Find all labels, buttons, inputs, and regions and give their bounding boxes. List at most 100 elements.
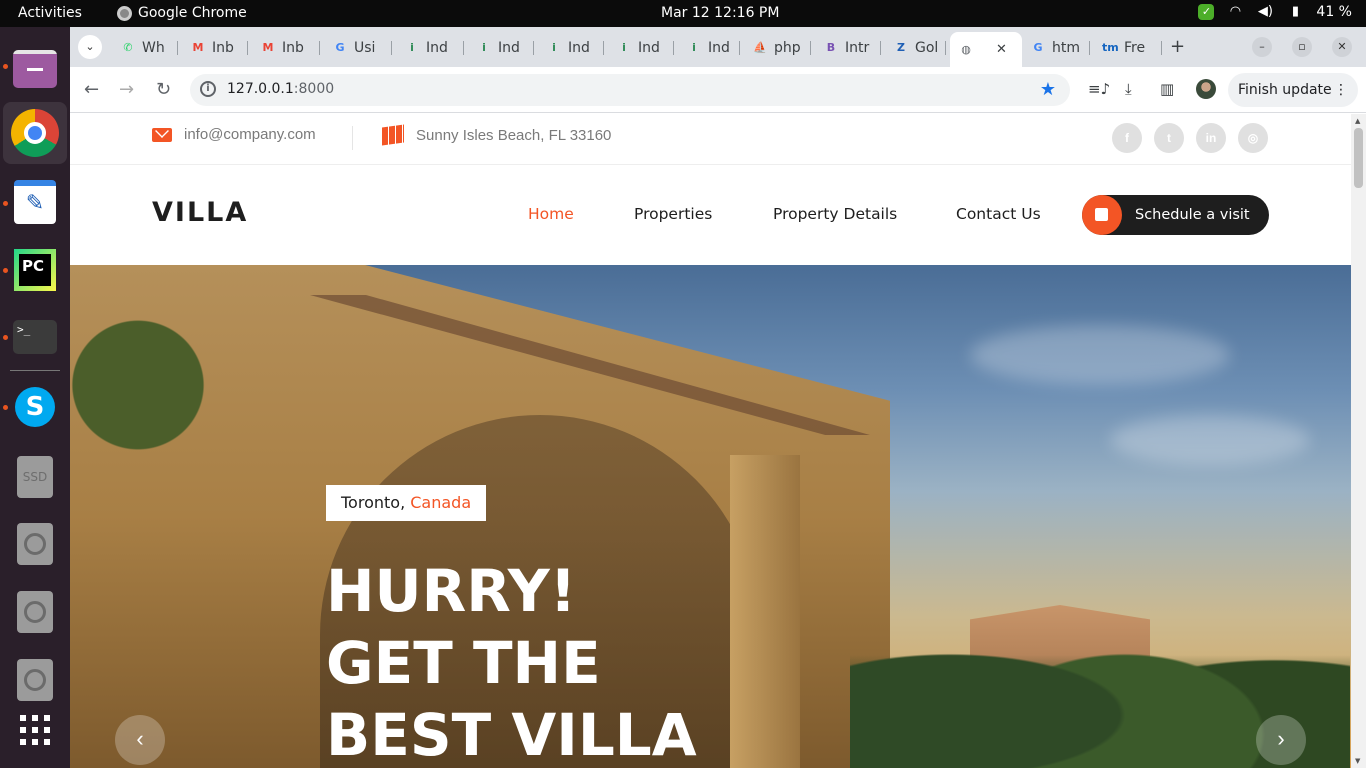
linkedin-icon[interactable]: in xyxy=(1196,123,1226,153)
location-city: Toronto, xyxy=(341,493,406,512)
headline-line-1: HURRY! xyxy=(326,557,577,625)
headline-line-2: GET THE xyxy=(326,629,601,697)
app-grid-icon xyxy=(20,715,50,745)
terminal-icon: >_ xyxy=(13,320,57,354)
browser-tab[interactable]: M Inb xyxy=(182,34,248,61)
clock[interactable]: Mar 12 12:16 PM xyxy=(661,5,779,21)
browser-tab[interactable]: Z Gol xyxy=(885,34,946,61)
tab-title: Fre xyxy=(1124,39,1146,56)
bootstrap-icon: B xyxy=(826,40,836,54)
new-tab-button[interactable]: + xyxy=(1170,36,1185,57)
tab-separator xyxy=(247,41,248,55)
browser-tab[interactable]: i Ind xyxy=(468,34,534,61)
running-indicator xyxy=(3,201,8,206)
forward-button[interactable]: → xyxy=(119,79,134,100)
nav-home[interactable]: Home xyxy=(528,205,634,223)
cloud xyxy=(970,325,1230,385)
download-icon[interactable]: ⤓ xyxy=(1125,80,1132,98)
browser-tab[interactable]: ⛵ php xyxy=(744,34,811,61)
tab-search-button[interactable]: ⌄ xyxy=(78,35,102,59)
ssd-drive[interactable]: SSD xyxy=(10,452,60,502)
folder-icon xyxy=(13,50,57,88)
finish-update-button[interactable]: Finish update ⋮ xyxy=(1228,73,1358,107)
battery-icon: ▮ xyxy=(1291,4,1299,19)
text-editor-app[interactable]: ✎ xyxy=(10,177,60,227)
terminal-app[interactable]: >_ xyxy=(10,312,60,362)
tab-separator xyxy=(177,41,178,55)
disc-drive-1[interactable] xyxy=(10,519,60,569)
tab-title: Gol xyxy=(915,39,939,56)
drive-icon: SSD xyxy=(17,456,53,498)
page-scrollbar[interactable]: ▲ ▼ xyxy=(1351,114,1366,768)
more-menu-icon[interactable]: ⋮ xyxy=(1334,73,1348,107)
close-tab-icon[interactable]: ✕ xyxy=(996,42,1007,57)
back-button[interactable]: ← xyxy=(84,79,99,100)
nav-contact-us[interactable]: Contact Us xyxy=(956,205,1041,223)
browser-tab[interactable]: B Intr xyxy=(815,34,881,61)
maximize-button[interactable]: ▫ xyxy=(1292,37,1312,57)
browser-tab[interactable]: i Ind xyxy=(678,34,740,61)
site-info-icon[interactable]: i xyxy=(200,81,216,97)
files-app[interactable] xyxy=(10,44,60,94)
slider-prev-button[interactable]: ‹ xyxy=(115,715,165,765)
text-editor-icon: ✎ xyxy=(14,180,56,224)
scroll-up-arrow[interactable]: ▲ xyxy=(1355,117,1360,125)
show-apps-button[interactable] xyxy=(10,705,60,755)
site-logo[interactable]: VILLA xyxy=(152,197,248,228)
schedule-visit-button[interactable]: Schedule a visit xyxy=(1082,195,1269,235)
chrome-app[interactable] xyxy=(3,102,67,164)
close-window-button[interactable]: ✕ xyxy=(1332,37,1352,57)
browser-window: ⌄ ✆ Wh M Inb M Inb G Usi i Ind i Ind i Ind i Ind i Ind ⛵ ph… xyxy=(70,27,1366,768)
nav-properties[interactable]: Properties xyxy=(634,205,773,223)
system-tray[interactable]: ✓ ◠ ◀) ▮ 41 % xyxy=(1198,4,1352,20)
browser-toolbar: ← → ↻ i 127.0.0.1:8000 ★ ≡♪ ⤓ ▥ Finish u… xyxy=(70,67,1366,113)
address-info: Sunny Isles Beach, FL 33160 xyxy=(382,124,611,146)
browser-tab[interactable]: Ghtm xyxy=(1022,34,1090,61)
disc-drive-2[interactable] xyxy=(10,587,60,637)
running-indicator xyxy=(3,268,8,273)
browser-tab[interactable]: ◍ ✕ xyxy=(950,32,1022,67)
facebook-icon[interactable]: f xyxy=(1112,123,1142,153)
browser-tab[interactable]: G Usi xyxy=(324,34,392,61)
tab-separator xyxy=(533,41,534,55)
email-text[interactable]: info@company.com xyxy=(184,126,316,143)
instagram-icon[interactable]: ◎ xyxy=(1238,123,1268,153)
calendar-icon xyxy=(1082,195,1122,235)
browser-tab[interactable]: i Ind xyxy=(538,34,604,61)
address-bar[interactable]: i 127.0.0.1:8000 ★ xyxy=(190,74,1070,106)
activities-button[interactable]: Activities xyxy=(18,5,82,21)
system-top-bar: Activities Google Chrome Mar 12 12:16 PM… xyxy=(0,0,1366,27)
app-menu[interactable]: Google Chrome xyxy=(117,5,247,21)
browser-tab[interactable]: tm Fre xyxy=(1094,34,1162,61)
nav-property-details[interactable]: Property Details xyxy=(773,205,956,223)
bookmark-star-icon[interactable]: ★ xyxy=(1040,79,1056,100)
scroll-down-arrow[interactable]: ▼ xyxy=(1355,757,1360,765)
disc-drive-3[interactable] xyxy=(10,655,60,705)
side-panel-icon[interactable]: ▥ xyxy=(1160,80,1174,98)
tab-title: Usi xyxy=(354,39,376,56)
location-tag: Toronto, Canada xyxy=(326,485,487,521)
browser-tab[interactable]: i Ind xyxy=(608,34,674,61)
slider-next-button[interactable]: › xyxy=(1256,715,1306,765)
whatsapp-icon: ✆ xyxy=(123,40,133,54)
google-icon: G xyxy=(335,40,345,54)
running-indicator xyxy=(3,335,8,340)
phpmyadmin-icon: ⛵ xyxy=(753,40,767,54)
location-country: Canada xyxy=(410,493,472,512)
reload-button[interactable]: ↻ xyxy=(156,79,171,100)
minimize-button[interactable]: – xyxy=(1252,37,1272,57)
browser-tab[interactable]: ✆ Wh xyxy=(112,34,178,61)
disc-icon xyxy=(17,523,53,565)
tab-strip: ⌄ ✆ Wh M Inb M Inb G Usi i Ind i Ind i Ind i Ind i Ind ⛵ ph… xyxy=(70,27,1366,67)
browser-tab[interactable]: M Inb xyxy=(252,34,320,61)
media-control-icon[interactable]: ≡♪ xyxy=(1088,80,1110,98)
profile-avatar[interactable] xyxy=(1196,79,1216,99)
pycharm-app[interactable]: PC xyxy=(10,245,60,295)
templatemo-icon: tm xyxy=(1102,40,1119,54)
browser-tab[interactable]: i Ind xyxy=(396,34,464,61)
skype-app[interactable]: S xyxy=(10,382,60,432)
tab-separator xyxy=(810,41,811,55)
scrollbar-thumb[interactable] xyxy=(1354,128,1363,188)
gmail-icon: M xyxy=(192,40,204,54)
twitter-icon[interactable]: t xyxy=(1154,123,1184,153)
